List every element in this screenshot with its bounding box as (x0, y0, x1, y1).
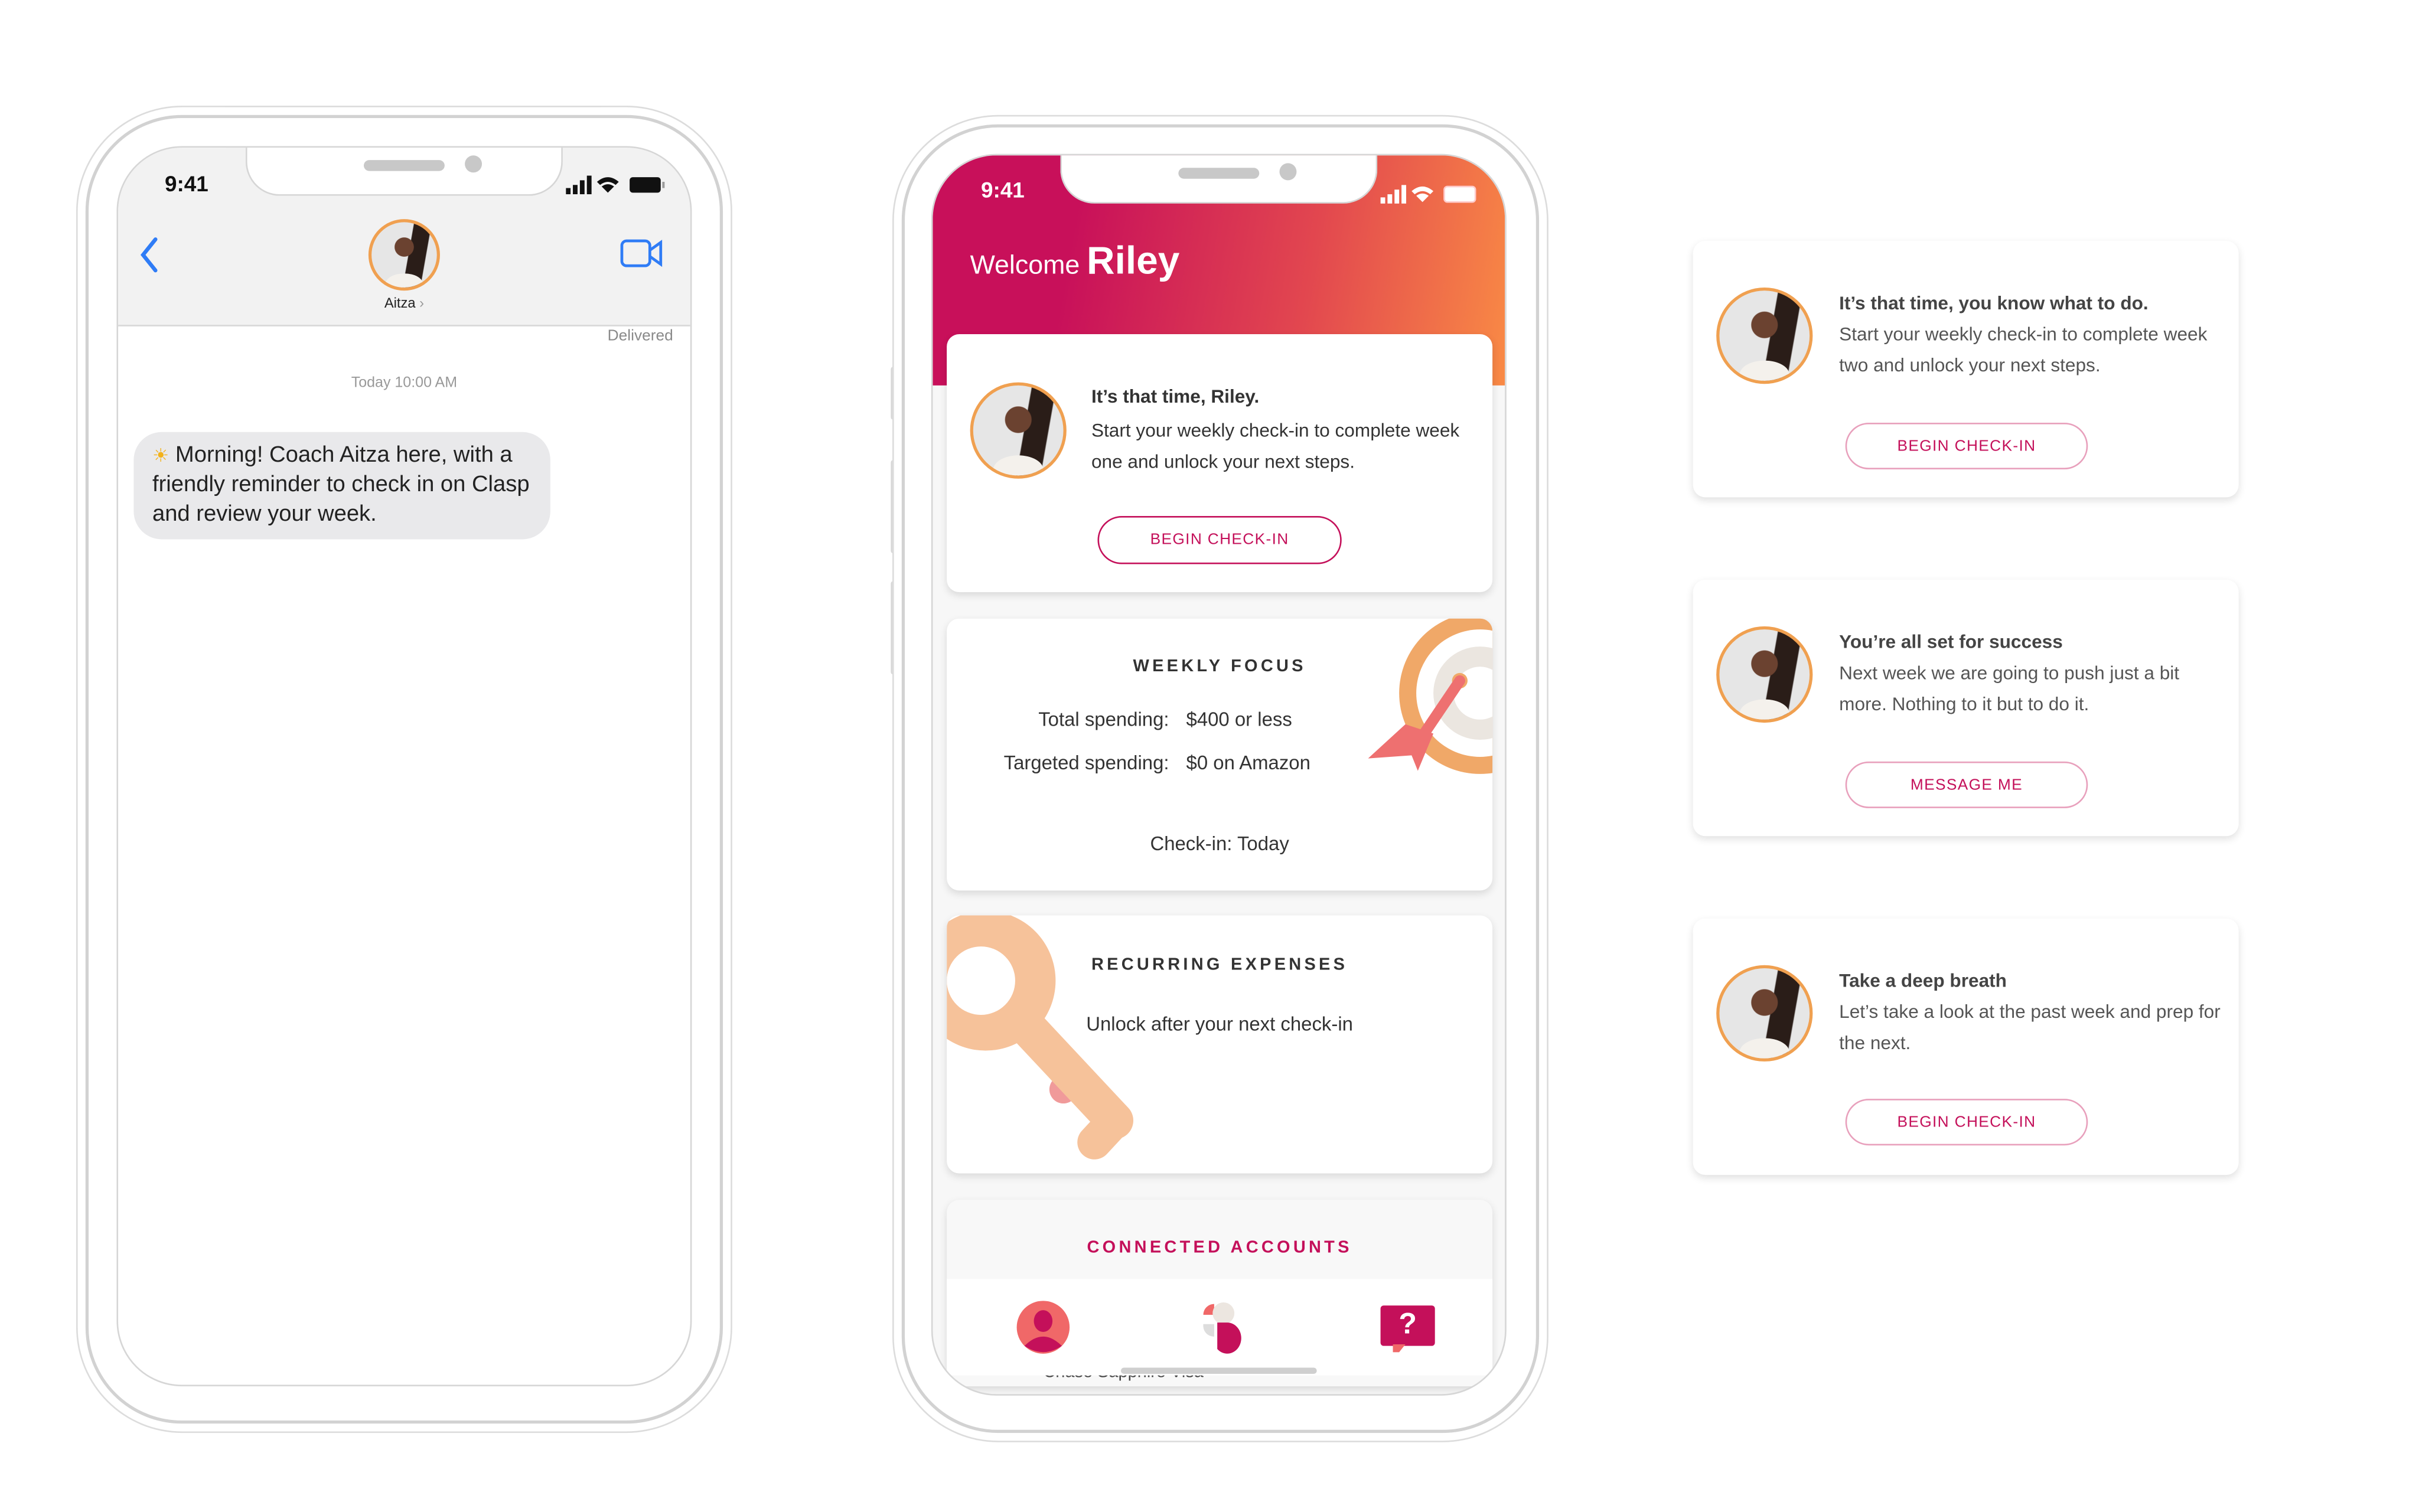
variant-body: Start your weekly check-in to complete w… (1839, 323, 2208, 377)
connected-accounts-heading: CONNECTED ACCOUNTS (1087, 1239, 1352, 1258)
contact-name: Aitza (384, 295, 416, 311)
weekly-focus-heading: WEEKLY FOCUS (1133, 657, 1306, 677)
targeted-spending-value: $0 on Amazon (1186, 752, 1310, 774)
mute-switch (76, 357, 81, 410)
recurring-expenses-heading: RECURRING EXPENSES (1091, 955, 1348, 975)
variant-body: Let’s take a look at the past week and p… (1839, 1001, 2221, 1054)
user-name: Riley (1087, 239, 1180, 283)
checkin-date: Check-in: Today (1150, 832, 1289, 855)
speaker (363, 160, 445, 171)
volume-up-button (76, 450, 81, 544)
status-icons (1380, 184, 1480, 211)
status-time: 9:41 (165, 171, 208, 196)
front-camera (465, 155, 483, 173)
variant-card-1: It’s that time, you know what to do. Sta… (1693, 241, 2239, 498)
variant-title: It’s that time, you know what to do. (1839, 292, 2149, 314)
bottom-nav: ? (947, 1279, 1493, 1376)
total-spending-label: Total spending: (1038, 708, 1169, 731)
begin-checkin-button[interactable]: BEGIN CHECK-IN (1845, 1099, 2088, 1146)
recurring-locked-text: Unlock after your next check-in (1086, 1013, 1353, 1036)
status-time: 9:41 (981, 177, 1025, 203)
mute-switch (891, 367, 896, 420)
sun-emoji-icon: ☀ (152, 444, 169, 466)
message-me-button[interactable]: MESSAGE ME (1845, 761, 2088, 808)
begin-checkin-button[interactable]: BEGIN CHECK-IN (1845, 423, 2088, 469)
message-bubble[interactable]: ☀ Morning! Coach Aitza here, with a frie… (133, 432, 550, 540)
help-chat-icon[interactable]: ? (1380, 1305, 1435, 1353)
question-mark: ? (1398, 1308, 1417, 1341)
status-icons (566, 174, 665, 202)
variant-title: Take a deep breath (1839, 969, 2007, 992)
contact-name-button[interactable]: Aitza › (118, 295, 690, 311)
message-timestamp: Today 10:00 AM (351, 374, 458, 392)
checkin-body: Start your weekly check-in to complete w… (1091, 419, 1460, 473)
video-camera-icon[interactable] (620, 239, 664, 275)
begin-checkin-button[interactable]: BEGIN CHECK-IN (1097, 515, 1342, 564)
variant-body: Next week we are going to push just a bi… (1839, 662, 2180, 715)
checkin-card: It’s that time, Riley. Start your weekly… (947, 334, 1493, 592)
coach-avatar (1716, 287, 1813, 384)
volume-up-button (891, 460, 896, 554)
speaker (1178, 168, 1260, 179)
volume-down-button (76, 572, 81, 665)
chevron-right-icon: › (419, 295, 425, 311)
home-indicator[interactable] (1120, 1367, 1317, 1374)
contact-avatar[interactable] (368, 219, 440, 291)
total-spending-value: $400 or less (1186, 708, 1292, 731)
coach-avatar (1716, 965, 1813, 1062)
welcome-title: Welcome Riley (970, 239, 1180, 284)
app-screen: 9:41 Welcome Riley It’s that time, Riley… (931, 154, 1507, 1396)
recurring-expenses-card[interactable]: RECURRING EXPENSES Unlock after your nex… (947, 915, 1493, 1174)
delivered-status: Delivered (607, 328, 673, 345)
messages-screen: 9:41 Aitza › Delivered Today 10:00 AM ☀ … (116, 146, 692, 1387)
profile-icon[interactable] (1015, 1299, 1071, 1356)
power-button (724, 500, 729, 650)
targeted-spending-label: Targeted spending: (1003, 752, 1169, 774)
variant-card-3: Take a deep breath Let’s take a look at … (1693, 918, 2239, 1175)
back-chevron-icon[interactable] (138, 236, 160, 281)
key-icon (947, 915, 1134, 1160)
clasp-logo-icon[interactable] (1189, 1299, 1246, 1356)
volume-down-button (891, 581, 896, 675)
weekly-focus-card: WEEKLY FOCUS Total spending: $400 or les… (947, 618, 1493, 891)
welcome-label: Welcome (970, 250, 1080, 280)
target-dart-icon (1368, 618, 1493, 774)
front-camera (1279, 163, 1297, 181)
coach-avatar (970, 382, 1067, 479)
message-text: Morning! Coach Aitza here, with a friend… (152, 443, 530, 527)
variant-card-2: You’re all set for success Next week we … (1693, 579, 2239, 837)
power-button (1539, 510, 1544, 659)
checkin-title: It’s that time, Riley. (1091, 385, 1260, 407)
variant-title: You’re all set for success (1839, 631, 2063, 653)
coach-avatar (1716, 626, 1813, 723)
